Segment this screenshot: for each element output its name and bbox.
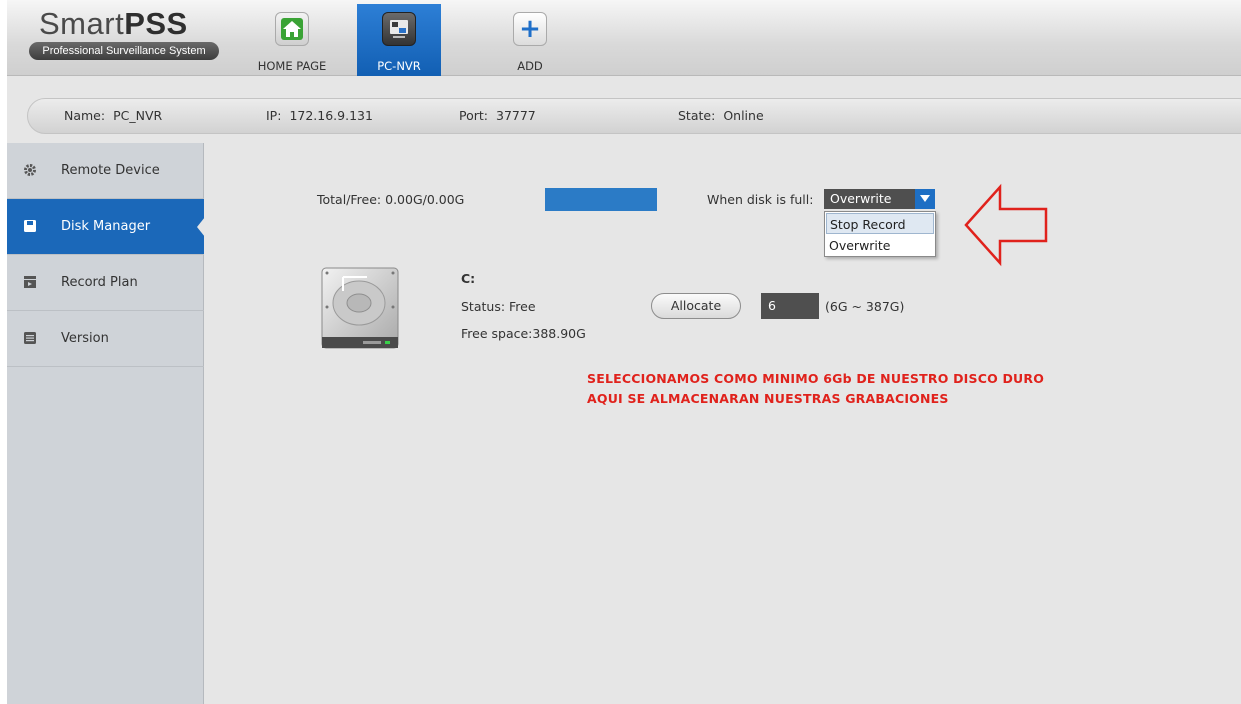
option-stop-record[interactable]: Stop Record xyxy=(826,213,934,234)
device-info-bar: Name: PC_NVR IP: 172.16.9.131 Port: 37777 S… xyxy=(27,98,1241,134)
sidebar-item-version[interactable]: Version xyxy=(7,311,204,367)
logo-main: Smart xyxy=(39,6,125,41)
red-arrow-annotation xyxy=(964,183,1048,267)
logo: SmartPSS Professional Surveillance Syste… xyxy=(29,8,229,60)
sidebar-label: Version xyxy=(61,331,109,346)
gear-icon xyxy=(23,163,37,177)
annotation-line-2: AQUI SE ALMACENARAN NUESTRAS GRABACIONES xyxy=(587,391,949,406)
annotation-line-1: SELECCIONAMOS COMO MINIMO 6Gb DE NUESTRO… xyxy=(587,371,1045,386)
device-port: Port: 37777 xyxy=(459,108,536,123)
nav-tab-pcnvr[interactable]: PC-NVR xyxy=(357,4,441,76)
nav-label-add: ADD xyxy=(517,59,543,73)
nav-label-pcnvr: PC-NVR xyxy=(377,59,421,73)
logo-text: SmartPSS xyxy=(29,8,229,40)
when-full-value: Overwrite xyxy=(830,191,892,206)
device-ip: IP: 172.16.9.131 xyxy=(266,108,373,123)
hard-disk-icon xyxy=(321,267,399,349)
device-state: State: Online xyxy=(678,108,764,123)
total-free-text: Total/Free: 0.00G/0.00G xyxy=(317,192,465,207)
plus-icon: + xyxy=(513,12,547,46)
sidebar-label: Disk Manager xyxy=(61,219,151,234)
nav-tab-home[interactable]: HOME PAGE xyxy=(250,4,334,76)
disk-manager-panel: Total/Free: 0.00G/0.00G When disk is ful… xyxy=(205,143,1241,704)
drive-letter: C: xyxy=(461,271,476,286)
sidebar-label: Record Plan xyxy=(61,275,138,290)
allocate-size-input[interactable] xyxy=(761,293,819,319)
when-full-select[interactable]: Overwrite xyxy=(824,189,935,209)
list-icon xyxy=(23,331,37,345)
sidebar-item-disk-manager[interactable]: Disk Manager xyxy=(7,199,205,255)
when-full-dropdown: Stop Record Overwrite xyxy=(824,211,936,257)
device-name: Name: PC_NVR xyxy=(64,108,163,123)
nvr-icon xyxy=(382,12,416,46)
sidebar-label: Remote Device xyxy=(61,163,160,178)
allocate-button[interactable]: Allocate xyxy=(651,293,741,319)
sidebar-item-remote-device[interactable]: Remote Device xyxy=(7,143,204,199)
app-window: SmartPSS Professional Surveillance Syste… xyxy=(7,0,1241,704)
floppy-icon xyxy=(23,219,37,233)
nav-label-home: HOME PAGE xyxy=(257,59,327,73)
annotation-text: SELECCIONAMOS COMO MINIMO 6Gb DE NUESTRO… xyxy=(587,369,1044,409)
drive-status: Status: Free xyxy=(461,299,536,314)
nav-tab-add[interactable]: + ADD xyxy=(488,4,572,76)
sidebar: Remote Device Disk Manager Record Plan V… xyxy=(7,143,205,704)
allocate-range: (6G ~ 387G) xyxy=(825,299,905,314)
when-full-label: When disk is full: xyxy=(707,192,814,207)
clapper-icon xyxy=(23,275,37,289)
drive-free-space: Free space:388.90G xyxy=(461,326,586,341)
chevron-down-icon[interactable] xyxy=(915,189,935,209)
logo-bold: PSS xyxy=(124,6,188,41)
logo-subtitle: Professional Surveillance System xyxy=(29,42,219,60)
option-overwrite[interactable]: Overwrite xyxy=(826,235,934,256)
top-bar: SmartPSS Professional Surveillance Syste… xyxy=(7,0,1241,76)
home-icon xyxy=(275,12,309,46)
sidebar-item-record-plan[interactable]: Record Plan xyxy=(7,255,204,311)
capacity-bar xyxy=(545,188,657,211)
